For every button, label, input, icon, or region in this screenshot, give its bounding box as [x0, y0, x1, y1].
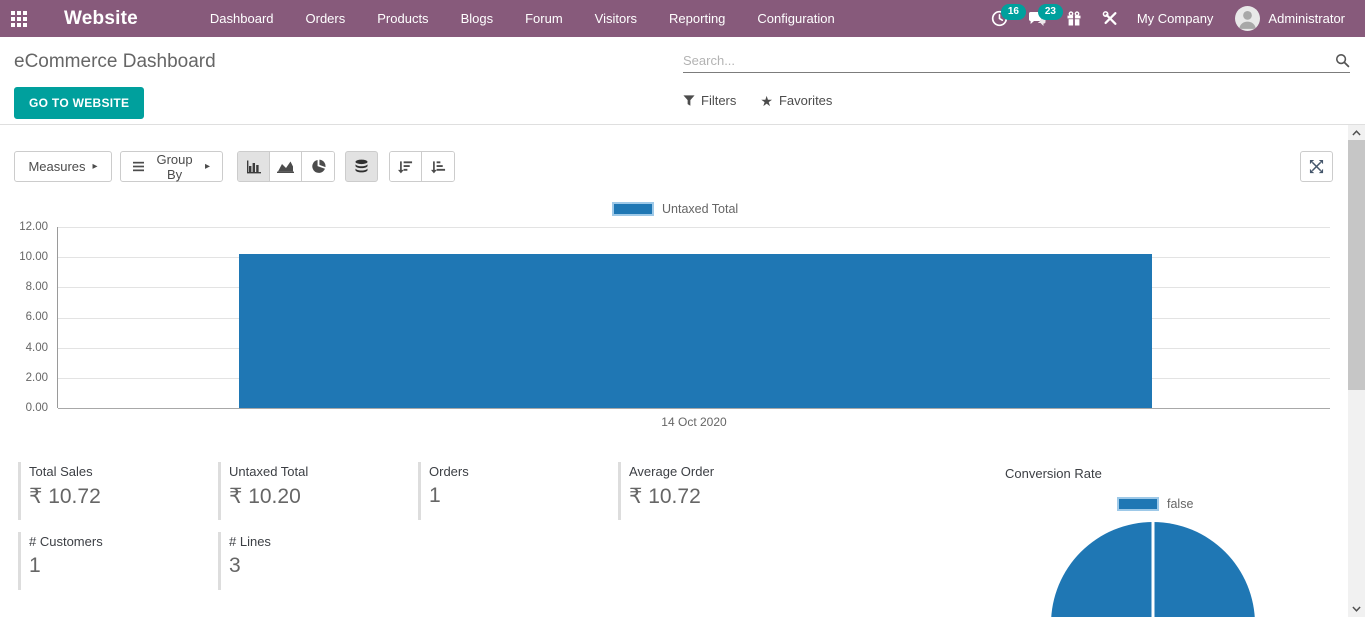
pie-legend-swatch — [1117, 497, 1159, 511]
sort-descending-button[interactable] — [390, 152, 422, 181]
messages-button[interactable]: 23 — [1018, 0, 1056, 37]
group-by-button[interactable]: Group By▸ — [120, 151, 223, 182]
expand-icon — [1309, 159, 1324, 174]
user-menu[interactable]: Administrator — [1221, 0, 1353, 37]
funnel-icon — [683, 95, 695, 107]
person-icon — [1235, 6, 1260, 31]
company-switcher[interactable]: My Company — [1129, 11, 1222, 26]
menu-item-dashboard[interactable]: Dashboard — [194, 0, 290, 37]
line-chart-button[interactable] — [270, 152, 302, 181]
main-menu: Dashboard Orders Products Blogs Forum Vi… — [194, 0, 851, 37]
gift-icon — [1066, 11, 1082, 27]
ecommerce-dashboard-app: Website Dashboard Orders Products Blogs … — [0, 0, 1365, 617]
systray: 16 23 My Company Administrator — [981, 0, 1365, 37]
apps-grid-icon — [11, 11, 27, 27]
y-tick-label: 2.00 — [0, 372, 48, 384]
caret-right-icon: ▸ — [205, 161, 210, 172]
menu-item-forum[interactable]: Forum — [509, 0, 579, 37]
expand-chart-button[interactable] — [1300, 151, 1333, 182]
stacked-toggle-button[interactable] — [345, 151, 378, 182]
stat-average-order: Average Order ₹ 10.72 — [618, 462, 808, 520]
menu-item-orders[interactable]: Orders — [290, 0, 362, 37]
area-chart-icon — [277, 160, 294, 173]
page-title: eCommerce Dashboard — [14, 51, 216, 73]
bar-chart-icon — [246, 160, 262, 174]
user-avatar — [1235, 6, 1260, 31]
conversion-rate-pie[interactable] — [1051, 522, 1255, 617]
x-axis-line — [58, 408, 1330, 409]
favorites-button[interactable]: ★ Favorites — [760, 93, 832, 108]
search-icon[interactable] — [1335, 53, 1350, 68]
stat-customers: # Customers 1 — [18, 532, 208, 590]
chart-type-switcher — [237, 151, 335, 182]
legend-swatch — [612, 202, 654, 216]
pie-chart-button[interactable] — [302, 152, 334, 181]
sort-switcher — [389, 151, 455, 182]
menu-item-products[interactable]: Products — [361, 0, 444, 37]
bar-segment[interactable] — [239, 254, 1152, 408]
pie-legend[interactable]: false — [1117, 497, 1193, 511]
vertical-scrollbar — [1348, 125, 1365, 617]
y-tick-label: 12.00 — [0, 221, 48, 233]
activities-button[interactable]: 16 — [981, 0, 1018, 37]
y-tick-label: 6.00 — [0, 311, 48, 323]
bar-chart-button[interactable] — [238, 152, 270, 181]
stat-untaxed-total: Untaxed Total ₹ 10.20 — [218, 462, 408, 520]
stat-lines: # Lines 3 — [218, 532, 408, 590]
menu-item-configuration[interactable]: Configuration — [741, 0, 850, 37]
filters-button[interactable]: Filters — [683, 93, 736, 108]
legend-label: Untaxed Total — [662, 202, 738, 216]
updates-button[interactable] — [1056, 0, 1092, 37]
search-bar — [683, 49, 1350, 73]
y-tick-label: 4.00 — [0, 342, 48, 354]
conversion-rate-title: Conversion Rate — [1005, 466, 1102, 481]
stat-total-sales: Total Sales ₹ 10.72 — [18, 462, 208, 520]
filter-row: Filters ★ Favorites — [683, 93, 856, 108]
menu-item-visitors[interactable]: Visitors — [579, 0, 653, 37]
y-tick-label: 8.00 — [0, 281, 48, 293]
apps-menu-button[interactable] — [0, 0, 38, 37]
y-tick-label: 0.00 — [0, 402, 48, 414]
control-panel: eCommerce Dashboard GO TO WEBSITE Filter… — [0, 37, 1365, 125]
go-to-website-button[interactable]: GO TO WEBSITE — [14, 87, 144, 119]
caret-right-icon: ▸ — [93, 161, 98, 172]
search-input[interactable] — [683, 53, 1335, 68]
menu-item-blogs[interactable]: Blogs — [445, 0, 510, 37]
chart-legend[interactable]: Untaxed Total — [612, 202, 738, 216]
scrollbar-thumb[interactable] — [1348, 140, 1365, 390]
gridline — [58, 227, 1330, 228]
bar-chart-plot-area — [57, 227, 1330, 408]
sort-desc-icon — [398, 160, 413, 174]
pie-slice-border — [1152, 522, 1155, 617]
measures-button[interactable]: Measures▸ — [14, 151, 112, 182]
app-name[interactable]: Website — [64, 8, 138, 30]
x-tick-label: 14 Oct 2020 — [594, 415, 794, 429]
sort-asc-icon — [431, 160, 446, 174]
stat-orders: Orders 1 — [418, 462, 608, 520]
list-icon — [133, 161, 144, 172]
tools-icon — [1102, 10, 1119, 27]
user-name: Administrator — [1260, 11, 1353, 26]
developer-tools-button[interactable] — [1092, 0, 1129, 37]
y-tick-label: 10.00 — [0, 251, 48, 263]
menu-item-reporting[interactable]: Reporting — [653, 0, 741, 37]
sort-ascending-button[interactable] — [422, 152, 454, 181]
database-icon — [354, 159, 369, 174]
pie-chart-icon — [311, 159, 326, 174]
scroll-down-arrow[interactable] — [1348, 601, 1365, 617]
star-icon: ★ — [760, 94, 773, 108]
pie-legend-label: false — [1167, 497, 1193, 511]
top-navbar: Website Dashboard Orders Products Blogs … — [0, 0, 1365, 37]
scroll-up-arrow[interactable] — [1348, 125, 1365, 141]
